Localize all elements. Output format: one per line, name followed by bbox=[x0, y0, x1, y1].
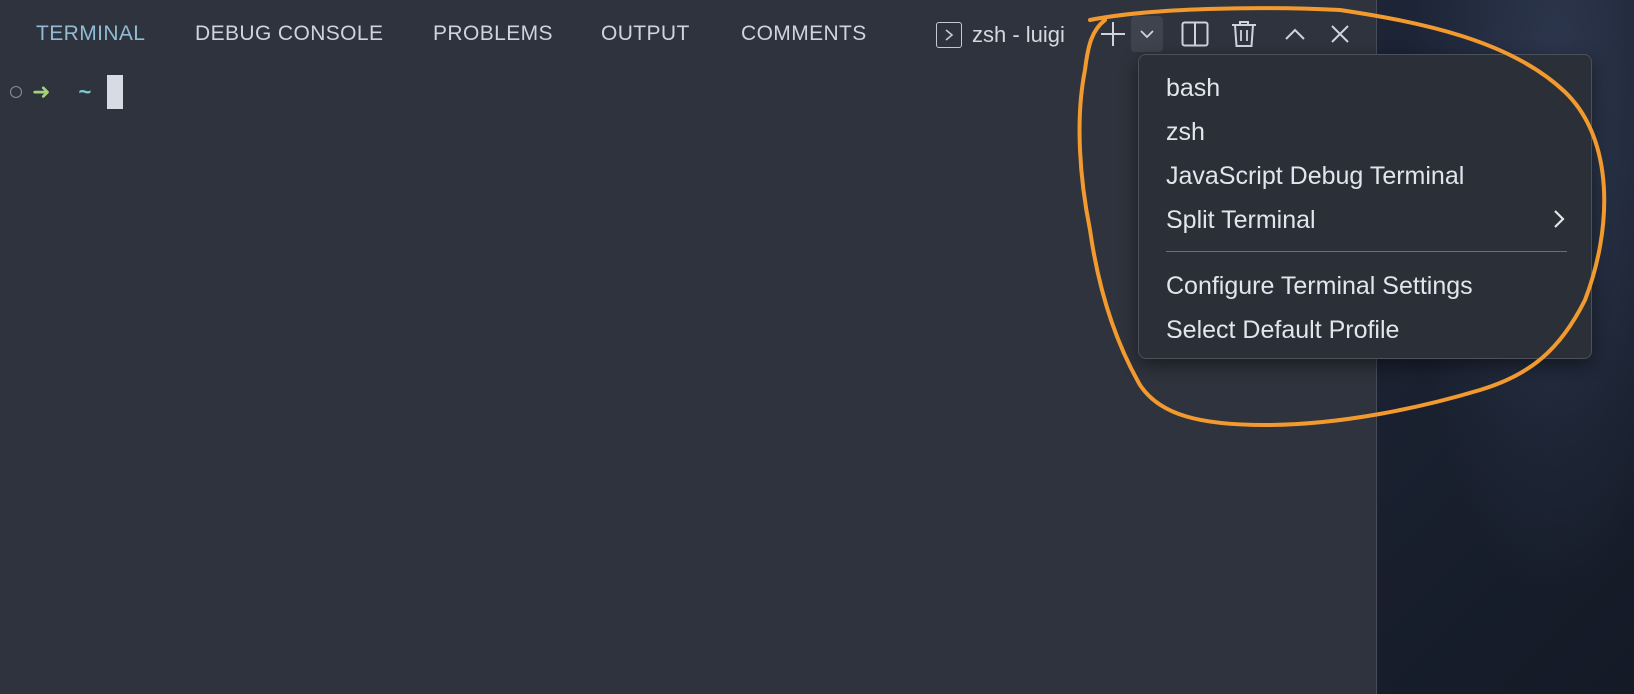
split-terminal-icon bbox=[1181, 21, 1209, 47]
prompt-arrow: ➜ bbox=[32, 79, 51, 104]
menu-separator bbox=[1166, 251, 1567, 252]
menu-item-select-default-profile[interactable]: Select Default Profile bbox=[1166, 310, 1567, 350]
close-panel-button[interactable] bbox=[1324, 16, 1356, 52]
new-terminal-button[interactable] bbox=[1096, 16, 1130, 52]
menu-item-zsh[interactable]: zsh bbox=[1166, 112, 1567, 152]
terminal-prompt-line[interactable]: ➜ ~ bbox=[10, 74, 124, 110]
maximize-panel-button[interactable] bbox=[1279, 16, 1311, 52]
menu-item-configure-terminal-settings[interactable]: Configure Terminal Settings bbox=[1166, 266, 1567, 306]
menu-item-label: Split Terminal bbox=[1166, 205, 1316, 234]
close-icon bbox=[1330, 24, 1350, 44]
chevron-down-icon bbox=[1139, 26, 1155, 42]
chevron-right-icon bbox=[1551, 208, 1567, 237]
menu-item-label: bash bbox=[1166, 73, 1221, 102]
menu-item-label: JavaScript Debug Terminal bbox=[1166, 161, 1465, 190]
menu-item-label: Select Default Profile bbox=[1166, 315, 1400, 344]
menu-item-label: zsh bbox=[1166, 117, 1205, 146]
launch-profile-dropdown-button[interactable] bbox=[1131, 16, 1163, 52]
tab-debug-console[interactable]: DEBUG CONSOLE bbox=[195, 22, 383, 46]
command-status-indicator bbox=[10, 86, 22, 98]
terminal-cursor bbox=[107, 75, 124, 109]
tab-terminal[interactable]: TERMINAL bbox=[36, 22, 145, 46]
tab-problems[interactable]: PROBLEMS bbox=[433, 22, 553, 46]
terminal-instance-selector[interactable]: zsh - luigi bbox=[936, 18, 1065, 52]
launch-profile-menu: bash zsh JavaScript Debug Terminal Split… bbox=[1138, 54, 1592, 359]
menu-item-bash[interactable]: bash bbox=[1166, 68, 1567, 108]
new-terminal-plus-icon bbox=[1099, 20, 1127, 48]
trash-icon bbox=[1231, 20, 1257, 48]
chevron-up-icon bbox=[1284, 27, 1306, 41]
tab-comments[interactable]: COMMENTS bbox=[741, 22, 867, 46]
terminal-instance-name: zsh - luigi bbox=[972, 22, 1065, 47]
kill-terminal-button[interactable] bbox=[1228, 16, 1260, 52]
split-terminal-button[interactable] bbox=[1178, 16, 1212, 52]
menu-item-split-terminal[interactable]: Split Terminal bbox=[1166, 200, 1567, 240]
prompt-cwd: ~ bbox=[78, 79, 92, 104]
terminal-icon bbox=[936, 22, 962, 48]
tab-output[interactable]: OUTPUT bbox=[601, 22, 690, 46]
menu-item-javascript-debug-terminal[interactable]: JavaScript Debug Terminal bbox=[1166, 156, 1567, 196]
menu-item-label: Configure Terminal Settings bbox=[1166, 271, 1473, 300]
